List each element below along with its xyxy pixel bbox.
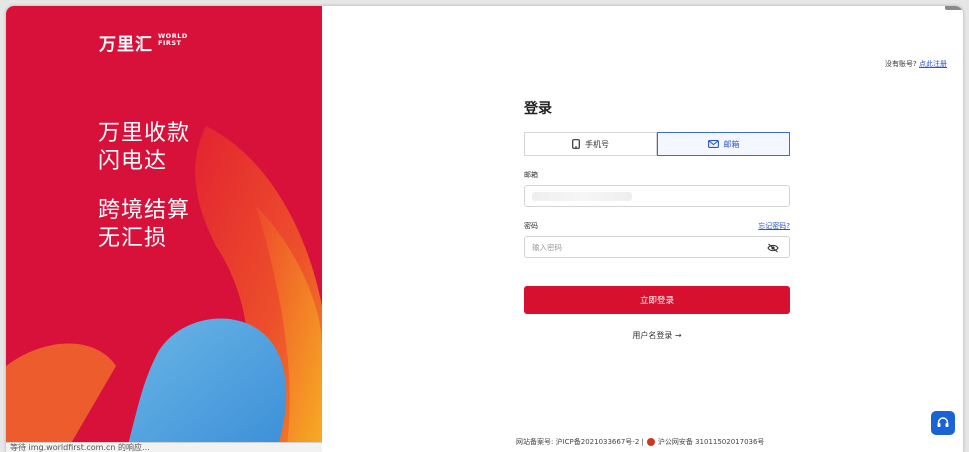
slogan-line-3: 跨境结算 <box>98 198 191 223</box>
slogan-line-4: 无汇损 <box>98 226 168 251</box>
tab-email[interactable]: 邮箱 <box>657 132 790 156</box>
scrollbar-thumb[interactable] <box>945 6 963 10</box>
username-login-link[interactable]: 用户名登录 → <box>524 330 790 341</box>
forgot-password-link[interactable]: 忘记密码? <box>758 221 790 231</box>
password-label: 密码 忘记密码? <box>524 221 790 231</box>
password-placeholder: 输入密码 <box>532 242 562 252</box>
password-field[interactable]: 输入密码 <box>524 236 790 258</box>
logo-en-text: WORLD FIRST <box>158 33 188 47</box>
slogan-block-1: 万里收款 闪电达 <box>98 120 190 176</box>
eye-off-icon[interactable] <box>767 243 779 253</box>
slogan-line-2: 闪电达 <box>98 149 168 174</box>
login-submit-button[interactable]: 立即登录 <box>524 286 790 314</box>
footer-record: 网站备案号: 沪ICP备2021033667号-2 | 沪公网安备 310115… <box>516 437 764 447</box>
email-label-text: 邮箱 <box>524 171 538 179</box>
password-label-text: 密码 <box>524 222 538 230</box>
slogan-block-2: 跨境结算 无汇损 <box>98 197 190 253</box>
tab-phone-label: 手机号 <box>585 139 609 149</box>
browser-status-bar: 等待 img.worldfirst.com.cn 的响应... <box>6 442 322 452</box>
login-title: 登录 <box>524 101 552 117</box>
brand-panel: 万里汇 WORLD FIRST 万里收款 闪电达 跨境结算 无汇损 等待 img… <box>6 6 322 452</box>
logo-cn-text: 万里汇 <box>99 35 153 55</box>
headset-icon <box>937 417 949 427</box>
logo-en-line2: FIRST <box>158 39 182 47</box>
register-link[interactable]: 点此注册 <box>919 60 947 68</box>
email-value-redacted <box>532 191 632 201</box>
no-account-text: 没有账号? <box>885 60 917 68</box>
icp-record[interactable]: 网站备案号: 沪ICP备2021033667号-2 | <box>516 437 644 447</box>
tab-email-label: 邮箱 <box>723 139 740 149</box>
police-badge-icon <box>646 438 655 446</box>
phone-icon <box>572 139 580 149</box>
register-prompt: 没有账号? 点此注册 <box>885 59 947 69</box>
police-record[interactable]: 沪公网安备 31011502017036号 <box>658 437 765 447</box>
mail-icon <box>707 140 719 148</box>
browser-window: 万里汇 WORLD FIRST 万里收款 闪电达 跨境结算 无汇损 等待 img… <box>6 6 963 452</box>
tab-phone[interactable]: 手机号 <box>524 132 657 156</box>
email-field[interactable] <box>524 185 790 207</box>
login-form: 登录 手机号 邮箱 邮箱 密码 忘记密码? 输入密码 立即登录 用户名登录 → <box>524 98 790 341</box>
brand-logo[interactable]: 万里汇 WORLD FIRST <box>99 30 188 56</box>
customer-support-button[interactable] <box>931 411 955 435</box>
email-label: 邮箱 <box>524 170 790 180</box>
login-method-tabs: 手机号 邮箱 <box>524 132 790 156</box>
slogan-line-1: 万里收款 <box>98 121 191 146</box>
